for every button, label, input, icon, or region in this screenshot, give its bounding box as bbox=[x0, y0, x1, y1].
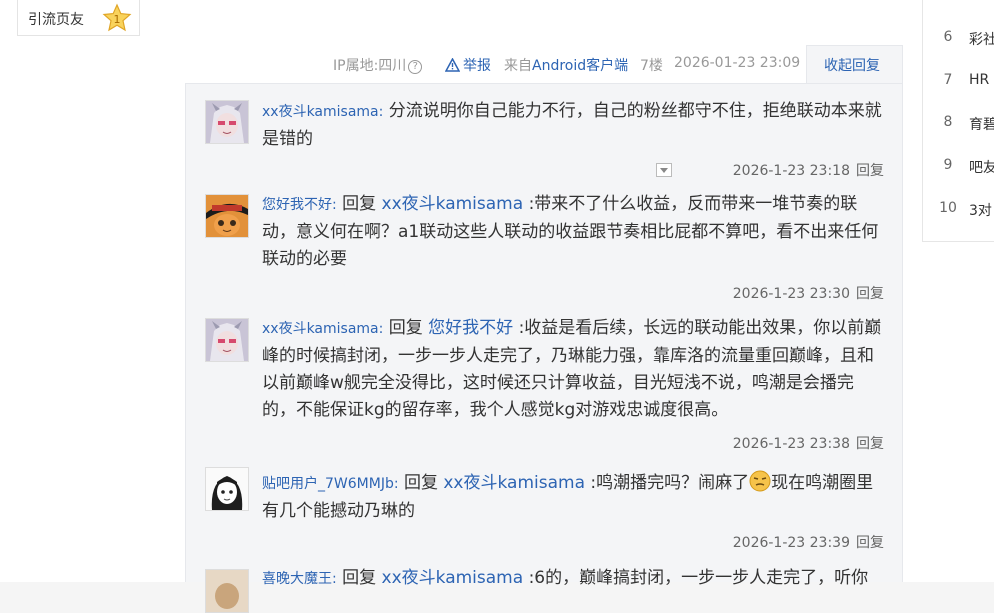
panel-divider bbox=[922, 0, 923, 242]
help-icon[interactable]: ? bbox=[408, 60, 423, 74]
reply-target-user[interactable]: xx夜斗kamisama bbox=[382, 568, 524, 588]
collapse-replies-tab[interactable]: 收起回复 bbox=[806, 45, 903, 84]
level-number: 1 bbox=[114, 13, 121, 26]
reply-meta: 2026-1-23 23:30 回复 bbox=[733, 283, 884, 303]
reply-target-user[interactable]: xx夜斗kamisama bbox=[443, 473, 585, 493]
reply-time: 2026-1-23 23:30 bbox=[732, 286, 850, 302]
avatar[interactable] bbox=[205, 194, 249, 238]
reply-content: 贴吧用户_7W6MMJb: 回复 xx夜斗kamisama :鸣潮播完吗？闹麻了… bbox=[262, 470, 882, 525]
reply-content: xx夜斗kamisama: 回复 您好我不好 :收益是看后续，长远的联动能出效果… bbox=[262, 315, 882, 424]
report-link[interactable]: 举报 bbox=[444, 55, 491, 75]
client-source: 来自Android客户端 bbox=[504, 55, 628, 75]
reply-word: 回复 bbox=[342, 568, 377, 588]
avatar-image bbox=[206, 319, 248, 361]
hot-topic-title: 彩社 bbox=[969, 32, 994, 48]
client-link[interactable]: Android客户端 bbox=[532, 58, 628, 74]
reply-username[interactable]: 贴吧用户_7W6MMJb: bbox=[262, 476, 399, 492]
reply-target-user[interactable]: 您好我不好 bbox=[428, 318, 513, 338]
hot-topic-title: 育碧 bbox=[969, 117, 994, 133]
reply-time: 2026-1-23 23:38 bbox=[732, 436, 850, 452]
report-label: 举报 bbox=[463, 58, 491, 74]
collapse-replies-label: 收起回复 bbox=[824, 58, 880, 74]
reply-username[interactable]: 喜晚大魔王: bbox=[262, 571, 337, 587]
avatar[interactable] bbox=[205, 467, 249, 511]
reply-content: 喜晚大魔王: 回复 xx夜斗kamisama :6的，巅峰搞封闭，一步一步人走完… bbox=[262, 565, 882, 593]
floor-number: 7楼 bbox=[640, 58, 663, 74]
member-badge[interactable]: 引流页友 1 bbox=[17, 0, 140, 36]
left-panel: 引流页友 1 bbox=[0, 0, 160, 582]
avatar[interactable] bbox=[205, 569, 249, 613]
hot-topic-rank: 7 bbox=[943, 72, 953, 88]
reply-word: 回复 bbox=[342, 194, 377, 214]
smug-face-emoji-icon bbox=[749, 470, 771, 492]
reply-username[interactable]: xx夜斗kamisama: bbox=[262, 321, 383, 337]
hot-topic-title: HR bbox=[969, 72, 990, 88]
avatar-image bbox=[206, 101, 248, 143]
hot-topic-rank: 6 bbox=[943, 29, 953, 45]
reply-username[interactable]: 您好我不好: bbox=[262, 197, 337, 213]
reply-time: 2026-1-23 23:18 bbox=[732, 163, 850, 179]
more-options-dropdown[interactable] bbox=[656, 163, 672, 177]
reply-content: 您好我不好: 回复 xx夜斗kamisama :带来不了什么收益，反而带来一堆节… bbox=[262, 191, 882, 273]
reply-meta: 2026-1-23 23:18 回复 bbox=[733, 160, 884, 180]
reply-content: xx夜斗kamisama: 分流说明你自己能力不行，自己的粉丝都守不住，拒绝联动… bbox=[262, 98, 882, 153]
avatar[interactable] bbox=[205, 100, 249, 144]
reply-text: :6的，巅峰搞封闭，一步一步人走完了，听你 bbox=[528, 568, 869, 588]
member-title: 引流页友 bbox=[28, 12, 84, 28]
panel-divider bbox=[922, 241, 994, 242]
star-level-icon: 1 bbox=[102, 3, 132, 32]
post-floor: IP属地:四川? 举报 来自Android客户端 7楼 2026-01-23 2… bbox=[160, 0, 922, 613]
avatar-image bbox=[206, 570, 248, 612]
avatar-image bbox=[206, 468, 248, 510]
reply-word: 回复 bbox=[388, 318, 423, 338]
reply-meta: 2026-1-23 23:38 回复 bbox=[733, 433, 884, 453]
hot-topic-rank: 10 bbox=[939, 200, 957, 216]
avatar[interactable] bbox=[205, 318, 249, 362]
hot-topic-rank: 9 bbox=[943, 157, 953, 173]
hot-topics-panel: 6 彩社 7 HR 8 育碧 9 吧友 10 3对 bbox=[922, 0, 994, 582]
hot-topic-title: 吧友 bbox=[969, 160, 994, 176]
ip-location: IP属地:四川? bbox=[333, 55, 423, 75]
reply-word: 回复 bbox=[403, 473, 438, 493]
warning-icon bbox=[444, 57, 461, 72]
reply-button[interactable]: 回复 bbox=[856, 535, 884, 551]
ip-text: IP属地:四川 bbox=[333, 58, 407, 74]
reply-button[interactable]: 回复 bbox=[856, 286, 884, 302]
reply-username[interactable]: xx夜斗kamisama: bbox=[262, 104, 383, 120]
reply-text: :鸣潮播完吗？闹麻了 bbox=[590, 473, 750, 493]
reply-button[interactable]: 回复 bbox=[856, 163, 884, 179]
avatar-image bbox=[206, 195, 248, 237]
reply-target-user[interactable]: xx夜斗kamisama bbox=[382, 194, 524, 214]
reply-list: xx夜斗kamisama: 分流说明你自己能力不行，自己的粉丝都守不住，拒绝联动… bbox=[185, 83, 903, 613]
hot-topic-title: 3对 bbox=[969, 203, 992, 219]
reply-button[interactable]: 回复 bbox=[856, 436, 884, 452]
post-datetime: 2026-01-23 23:09 bbox=[674, 55, 801, 71]
reply-time: 2026-1-23 23:39 bbox=[732, 535, 850, 551]
from-prefix: 来自 bbox=[504, 58, 532, 74]
reply-meta: 2026-1-23 23:39 回复 bbox=[733, 532, 884, 552]
hot-topic-rank: 8 bbox=[943, 114, 953, 130]
